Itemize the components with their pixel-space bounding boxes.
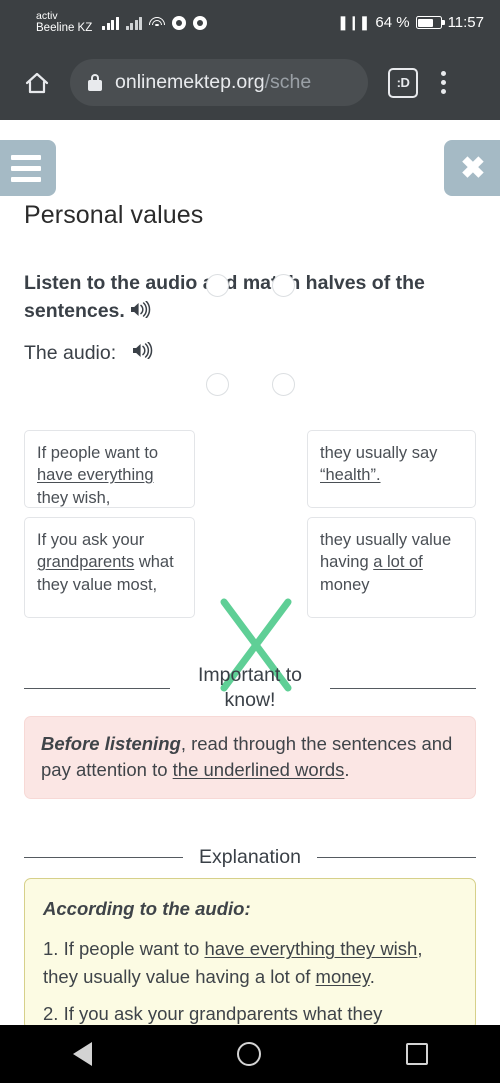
tip-bold-text: Before listening xyxy=(41,733,181,754)
right-card-2-underlined: a lot of xyxy=(373,553,423,572)
speaker-icon[interactable] xyxy=(130,298,151,326)
audio-label: The audio: xyxy=(24,342,117,364)
close-icon: ✖ xyxy=(460,151,486,185)
battery-percent: 64 % xyxy=(375,14,410,31)
left-card-2-underlined: grandparents xyxy=(37,553,135,572)
chrome-icon-2 xyxy=(193,15,208,30)
tip-rest-b: . xyxy=(344,759,350,781)
explanation-divider: Explanation xyxy=(24,845,477,870)
explanation-item-1-c: . xyxy=(369,965,375,987)
url-bar[interactable]: onlinemektep.org/sche xyxy=(70,59,368,106)
explanation-box: According to the audio: 1. If people wan… xyxy=(24,878,476,1025)
explanation-divider-label: Explanation xyxy=(199,846,301,868)
phone-screen: activ Beeline KZ ❚❙❚ 64 % 11:57 onlineme… xyxy=(0,0,500,1083)
android-nav-bar xyxy=(0,1025,500,1083)
explanation-item-1-u2: money xyxy=(315,965,370,987)
url-domain: onlinemektep.org xyxy=(115,71,265,93)
divider-line-left xyxy=(24,687,170,689)
lock-icon xyxy=(88,74,102,91)
three-dot-menu-icon[interactable] xyxy=(440,71,446,94)
match-right-card-2[interactable]: they usually value having a lot of money xyxy=(307,517,476,618)
status-right: ❚❙❚ 64 % 11:57 xyxy=(337,14,484,31)
page-content: ✖ Personal values Listen to the audio an… xyxy=(0,120,500,1025)
chrome-icon xyxy=(172,15,187,30)
signal-bars-icon xyxy=(102,16,119,30)
browser-toolbar: onlinemektep.org/sche :D xyxy=(0,45,500,120)
carrier-secondary: Beeline KZ xyxy=(36,21,93,34)
left-card-2-before: If you ask your xyxy=(37,531,145,549)
left-card-1-before: If people want to xyxy=(37,444,159,462)
explanation-item-1: 1. If people want to have everything the… xyxy=(43,935,457,990)
clipped-text-row: Listen to the audio and match halves of … xyxy=(24,370,476,392)
battery-icon xyxy=(415,16,445,29)
right-card-1-underlined: “health”. xyxy=(320,466,381,485)
explanation-item-1-u1: have everything they wish xyxy=(204,938,418,960)
explanation-divider-line-left xyxy=(24,857,184,859)
left-card-1-underlined: have everything xyxy=(37,466,154,485)
match-left-card-1[interactable]: If people want to have everything they w… xyxy=(24,430,195,508)
hamburger-menu-button[interactable] xyxy=(0,140,56,196)
match-right-card-1[interactable]: they usually say “health”. xyxy=(307,430,476,508)
tip-underlined: the underlined words xyxy=(172,759,345,781)
close-button[interactable]: ✖ xyxy=(444,140,500,196)
matching-exercise: If people want to have everything they w… xyxy=(0,420,500,620)
right-card-2-after: money xyxy=(320,575,370,594)
match-left-card-2[interactable]: If you ask your grandparents what they v… xyxy=(24,517,195,618)
hamburger-icon xyxy=(11,154,41,182)
tab-count-button[interactable]: :D xyxy=(388,67,418,98)
status-bar: activ Beeline KZ ❚❙❚ 64 % 11:57 xyxy=(0,0,500,45)
status-icons xyxy=(102,15,208,30)
carrier-primary: activ xyxy=(36,9,58,22)
task-instruction: Listen to the audio and match halves of … xyxy=(24,269,476,326)
home-icon[interactable] xyxy=(22,68,52,98)
right-card-1-before: they usually say xyxy=(320,444,438,462)
left-card-1-after: they wish, xyxy=(37,488,111,507)
connector-dot-right-top[interactable] xyxy=(272,274,295,297)
url-path: /sche xyxy=(264,71,312,93)
audio-row: The audio: xyxy=(24,341,153,365)
speaker-icon-audio[interactable] xyxy=(132,341,153,365)
important-divider: Important to know! xyxy=(24,663,476,714)
signal-bars-icon-secondary xyxy=(125,16,143,30)
explanation-divider-line-right xyxy=(316,857,477,859)
url-text: onlinemektep.org/sche xyxy=(115,71,311,94)
vibrate-icon: ❚❙❚ xyxy=(337,14,370,30)
clipped-text: Listen to the audio and match halves of … xyxy=(24,370,476,373)
home-circle-icon[interactable] xyxy=(236,1042,261,1066)
connector-dot-left-top[interactable] xyxy=(206,274,229,297)
important-divider-label: Important to know! xyxy=(197,664,303,712)
connector-dot-left-bottom[interactable] xyxy=(206,373,229,396)
tip-callout: Before listening, read through the sente… xyxy=(24,716,476,799)
page-title: Personal values xyxy=(24,201,204,229)
explanation-heading: According to the audio: xyxy=(43,898,251,919)
clock: 11:57 xyxy=(447,14,484,31)
explanation-item-2: 2. If you ask your grandparents what the… xyxy=(43,1003,383,1025)
carrier-info: activ Beeline KZ xyxy=(36,9,93,34)
wifi-icon xyxy=(149,16,166,30)
explanation-item-1-a: 1. If people want to xyxy=(43,938,205,960)
connector-dot-right-bottom[interactable] xyxy=(272,373,295,396)
recents-square-icon[interactable] xyxy=(405,1043,428,1065)
back-triangle-icon[interactable] xyxy=(72,1042,92,1066)
divider-line-right xyxy=(330,687,476,689)
